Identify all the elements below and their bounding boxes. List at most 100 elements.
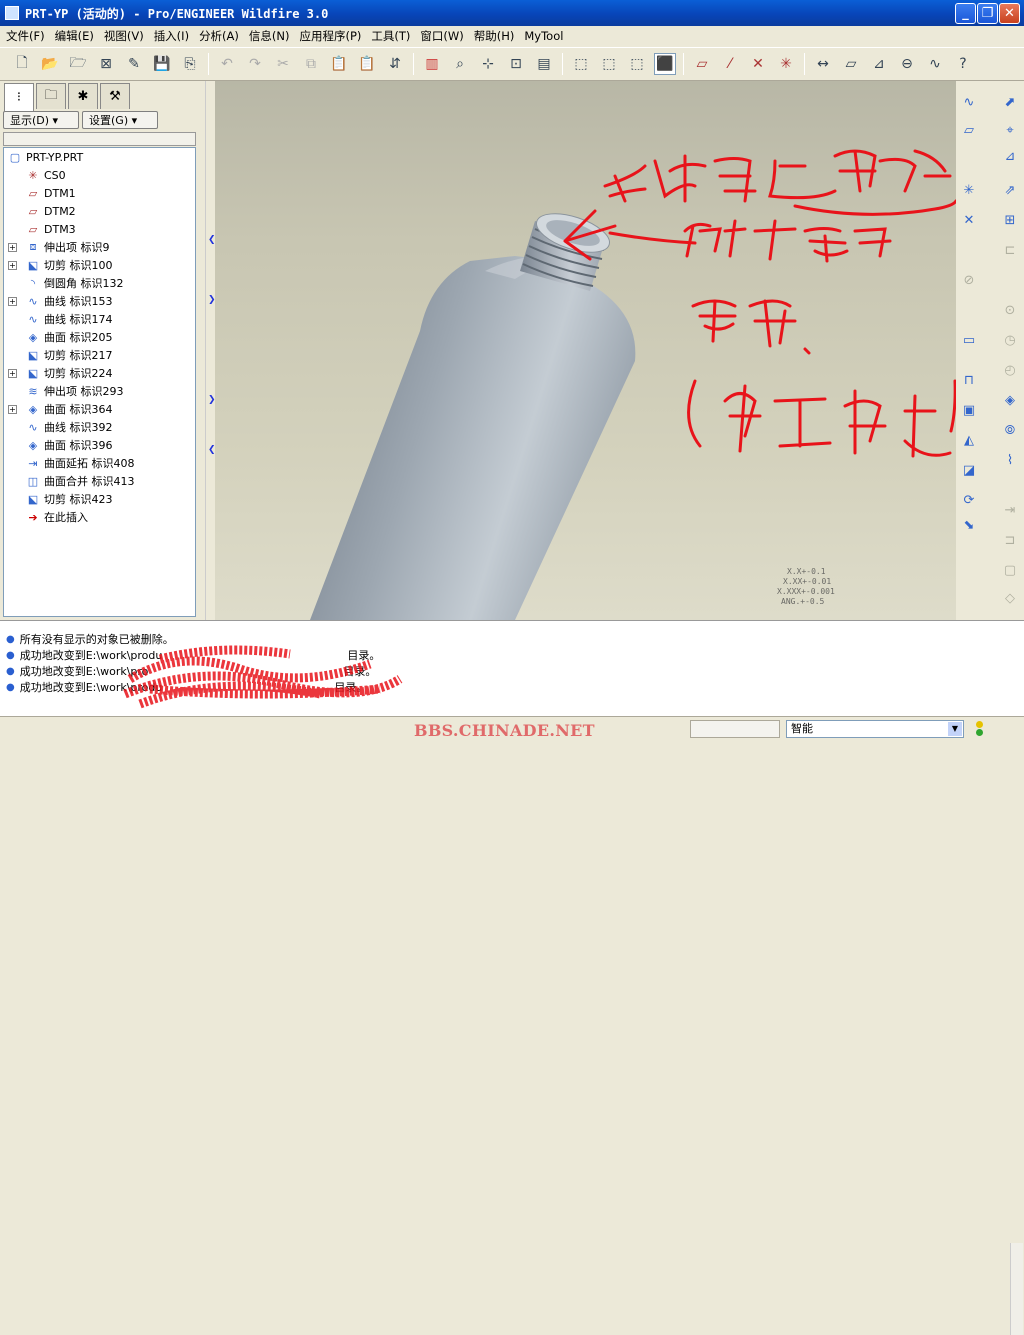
folder-browser-tab-icon[interactable]: 🗀 [36, 83, 66, 109]
tree-item[interactable]: ◈ 曲面 标识396 [4, 436, 195, 454]
menu-view[interactable]: 视图(V) [102, 28, 152, 44]
tree-item[interactable]: + ⬕ 切剪 标识100 [4, 256, 195, 274]
tree-item[interactable]: + ∿ 曲线 标识153 [4, 292, 195, 310]
warp-disabled-icon[interactable]: ◇ [1000, 589, 1020, 609]
expand-toggle-icon[interactable]: + [8, 296, 17, 306]
style-disabled-icon[interactable]: ▢ [1000, 561, 1020, 581]
expand-toggle-icon[interactable]: + [8, 242, 17, 252]
sweep-disabled-icon[interactable]: ⊙ [1000, 301, 1020, 321]
traffic-light-icon[interactable] [974, 721, 984, 739]
tree-item[interactable]: ≋ 伸出项 标识293 [4, 382, 195, 400]
display-dropdown[interactable]: 显示(D) ▾ [3, 111, 79, 129]
menu-analysis[interactable]: 分析(A) [197, 28, 247, 44]
shell-disabled-icon[interactable]: ◷ [1000, 331, 1020, 351]
paste-special-icon[interactable]: 📋 [356, 53, 378, 75]
tree-item[interactable]: ✳ CS0 [4, 166, 195, 184]
save-icon[interactable]: 💾 [151, 53, 173, 75]
tree-item[interactable]: ◝ 倒圆角 标识132 [4, 274, 195, 292]
menu-edit[interactable]: 编辑(E) [53, 28, 102, 44]
curvature-icon[interactable]: ∿ [924, 53, 946, 75]
edit-icon[interactable]: ✎ [123, 53, 145, 75]
no-hidden-icon[interactable]: ⬚ [626, 53, 648, 75]
tree-item[interactable]: + ⬕ 切剪 标识224 [4, 364, 195, 382]
menu-info[interactable]: 信息(N) [247, 28, 298, 44]
close-window-icon[interactable]: ⊠ [95, 53, 117, 75]
orient-icon[interactable]: ⊹ [477, 53, 499, 75]
context-help-icon[interactable]: ? [952, 53, 974, 75]
save-copy-icon[interactable]: ⎘ [179, 53, 201, 75]
panel-splitter[interactable]: ❮ ❯ ❯ ❮ [205, 81, 216, 620]
open-folder-icon[interactable]: 📂 [39, 53, 61, 75]
minimize-button[interactable]: _ [955, 3, 976, 24]
tree-item[interactable]: ➔ 在此插入 [4, 508, 195, 526]
axis-tool-icon[interactable]: ⌖ [1000, 121, 1020, 141]
collapse-arrow-icon[interactable]: ❮ [208, 235, 216, 245]
tree-item[interactable]: ⬕ 切剪 标识217 [4, 346, 195, 364]
plane-icon[interactable]: ▱ [959, 121, 979, 141]
chamfer-tool-icon[interactable]: ▣ [959, 401, 979, 421]
trim-tool-icon[interactable]: ⌇ [1000, 451, 1020, 471]
saved-views-icon[interactable]: ⊡ [505, 53, 527, 75]
offset-disabled-icon[interactable]: ⇥ [1000, 501, 1020, 521]
rib-disabled-icon[interactable]: ◴ [1000, 361, 1020, 381]
extend-tool-icon[interactable]: ⟳ [959, 491, 979, 511]
mirror-tool-icon[interactable]: ◭ [959, 431, 979, 451]
graphics-window[interactable]: X.X+-0.1 X.XX+-0.01 X.XXX+-0.001 ANG.+-0… [215, 81, 956, 620]
csys-display-icon[interactable]: ✳ [775, 53, 797, 75]
tree-item[interactable]: ◈ 曲面 标识205 [4, 328, 195, 346]
tree-item[interactable]: ▱ DTM1 [4, 184, 195, 202]
connections-tab-icon[interactable]: ⚒ [100, 83, 130, 109]
round-tool-icon[interactable]: ⊓ [959, 371, 979, 391]
close-button[interactable]: ✕ [999, 3, 1020, 24]
wireframe-icon[interactable]: ⬚ [570, 53, 592, 75]
hidden-line-icon[interactable]: ⬚ [598, 53, 620, 75]
shading-icon[interactable]: ⬛ [654, 53, 676, 75]
solidify-disabled-icon[interactable]: ⊐ [1000, 531, 1020, 551]
favorites-tab-icon[interactable]: ✱ [68, 83, 98, 109]
undo-icon[interactable]: ↶ [216, 53, 238, 75]
collapse-arrow-icon[interactable]: ❯ [208, 395, 216, 405]
measure-mass-icon[interactable]: ⊖ [896, 53, 918, 75]
measure-angle-icon[interactable]: ⊿ [868, 53, 890, 75]
appearance-icon[interactable]: ▥ [421, 53, 443, 75]
measure-distance-icon[interactable]: ↔ [812, 53, 834, 75]
datum-point-display-icon[interactable]: ✕ [747, 53, 769, 75]
pattern-tool-icon[interactable]: ⦾ [1000, 421, 1020, 441]
menu-mytool[interactable]: MyTool [522, 29, 571, 43]
sketch-tool-icon[interactable]: ⊞ [1000, 211, 1020, 231]
menu-applications[interactable]: 应用程序(P) [297, 28, 369, 44]
maximize-button[interactable]: ❐ [977, 3, 998, 24]
revolve-disabled-icon[interactable]: ⊘ [959, 271, 979, 291]
menu-tools[interactable]: 工具(T) [369, 28, 418, 44]
point-tool-icon[interactable]: ⊿ [1000, 147, 1020, 167]
tree-item[interactable]: + ⧈ 伸出项 标识9 [4, 238, 195, 256]
zoom-icon[interactable]: ⌕ [449, 53, 471, 75]
tree-item[interactable]: ⬕ 切剪 标识423 [4, 490, 195, 508]
expand-toggle-icon[interactable]: + [8, 368, 17, 378]
regenerate-icon[interactable]: ⇵ [384, 53, 406, 75]
csys-tool-icon[interactable]: ⇗ [1000, 181, 1020, 201]
expand-toggle-icon[interactable]: + [8, 260, 17, 270]
collapse-arrow-icon[interactable]: ❮ [208, 445, 216, 455]
redo-icon[interactable]: ↷ [244, 53, 266, 75]
copy-icon[interactable]: ⧉ [300, 53, 322, 75]
datum-plane-display-icon[interactable]: ▱ [691, 53, 713, 75]
cut-icon[interactable]: ✂ [272, 53, 294, 75]
menu-file[interactable]: 文件(F) [4, 28, 53, 44]
selection-filter-dropdown[interactable]: 智能 ▼ [786, 720, 964, 738]
tree-item[interactable]: ◫ 曲面合并 标识413 [4, 472, 195, 490]
analysis-tool-icon[interactable]: ✕ [959, 211, 979, 231]
tree-item[interactable]: + ◈ 曲面 标识364 [4, 400, 195, 418]
settings-dropdown[interactable]: 设置(G) ▾ [82, 111, 158, 129]
merge-tool-icon[interactable]: ◪ [959, 461, 979, 481]
layers-icon[interactable]: ▤ [533, 53, 555, 75]
model-tree-tab-icon[interactable]: ⁝ [4, 83, 34, 111]
datum-axis-display-icon[interactable]: ⁄ [719, 53, 741, 75]
measure-area-icon[interactable]: ⏥ [840, 53, 862, 75]
tree-item[interactable]: ∿ 曲线 标识392 [4, 418, 195, 436]
tree-item[interactable]: ▱ DTM3 [4, 220, 195, 238]
expand-toggle-icon[interactable]: + [8, 404, 17, 414]
collapse-arrow-icon[interactable]: ❯ [208, 295, 216, 305]
tree-root[interactable]: ▢ PRT-YP.PRT [4, 148, 195, 166]
tree-item[interactable]: ∿ 曲线 标识174 [4, 310, 195, 328]
